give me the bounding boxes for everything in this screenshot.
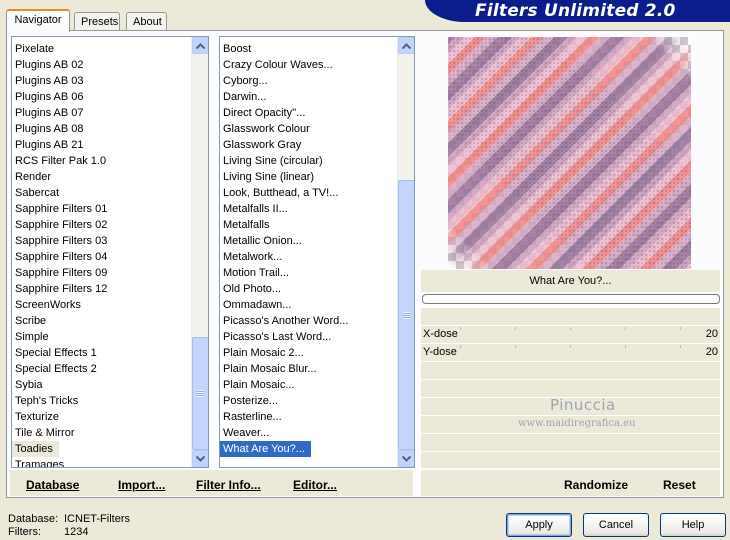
help-button[interactable]: Help	[660, 513, 726, 537]
list-item[interactable]: Special Effects 2	[12, 363, 97, 375]
list-item[interactable]: Crazy Colour Waves...	[220, 59, 333, 71]
list-item[interactable]: Metallic Onion...	[220, 235, 302, 247]
filter-info-button[interactable]: Filter Info...	[196, 478, 261, 492]
list-item[interactable]: Plugins AB 06	[12, 91, 84, 103]
category-scrollbar[interactable]	[191, 37, 208, 467]
tab-about[interactable]: About	[126, 12, 167, 32]
list-item[interactable]: Sybia	[12, 379, 43, 391]
database-label: Database:	[8, 513, 59, 525]
list-item[interactable]: Plain Mosaic 2...	[220, 347, 304, 359]
filter-list[interactable]: Boost Crazy Colour Waves... Cyborg... Darwi…	[219, 36, 415, 468]
filter-preview-image	[448, 37, 691, 269]
scroll-up-button[interactable]	[192, 37, 208, 54]
param-x-dose-value[interactable]: 20	[706, 328, 718, 340]
list-item[interactable]: Sapphire Filters 12	[12, 283, 107, 295]
list-item[interactable]: Sapphire Filters 09	[12, 267, 107, 279]
list-item[interactable]: Simple	[12, 331, 49, 343]
list-item[interactable]: Rasterline...	[220, 411, 282, 423]
watermark-url: www.maidiregrafica.eu	[518, 418, 636, 429]
list-item[interactable]: Toadies	[12, 441, 59, 457]
database-value: ICNET-Filters	[64, 513, 130, 525]
list-item[interactable]: Glasswork Gray	[220, 139, 301, 151]
list-item[interactable]: Plugins AB 21	[12, 139, 84, 151]
list-item[interactable]: Sapphire Filters 01	[12, 203, 107, 215]
list-item[interactable]: Darwin...	[220, 91, 266, 103]
cancel-button[interactable]: Cancel	[583, 513, 649, 537]
progress-bar	[422, 294, 720, 304]
watermark-name: Pinuccia	[550, 396, 616, 414]
param-y-dose-value[interactable]: 20	[706, 346, 718, 358]
filter-scrollbar[interactable]	[397, 37, 414, 467]
filters-count-label: Filters:	[8, 526, 41, 538]
filters-count-value: 1234	[64, 526, 89, 538]
list-item[interactable]: Old Photo...	[220, 283, 281, 295]
randomize-button[interactable]: Randomize	[564, 478, 628, 492]
list-item[interactable]: Pixelate	[12, 43, 54, 55]
list-item[interactable]: Sapphire Filters 03	[12, 235, 107, 247]
list-item[interactable]: Special Effects 1	[12, 347, 97, 359]
list-item[interactable]: Metalfalls II...	[220, 203, 288, 215]
list-item[interactable]: ScreenWorks	[12, 299, 81, 311]
filter-name-label: What Are You?...	[421, 270, 720, 292]
import-button[interactable]: Import...	[118, 478, 165, 492]
list-item[interactable]: Plugins AB 02	[12, 59, 84, 71]
list-item[interactable]: Boost	[220, 43, 251, 55]
list-item[interactable]: Plain Mosaic Blur...	[220, 363, 317, 375]
editor-button[interactable]: Editor...	[293, 478, 337, 492]
list-item[interactable]: Plain Mosaic...	[220, 379, 295, 391]
chevron-up-icon	[402, 42, 411, 49]
list-item[interactable]: Plugins AB 03	[12, 75, 84, 87]
param-x-dose-label: X-dose	[423, 328, 458, 340]
category-list[interactable]: Pixelate Plugins AB 02 Plugins AB 03 Plugin…	[11, 36, 209, 468]
list-item[interactable]: Motion Trail...	[220, 267, 289, 279]
tab-presets[interactable]: Presets	[74, 12, 120, 32]
list-item[interactable]: Metalfalls	[220, 219, 269, 231]
list-item[interactable]: Glasswork Colour	[220, 123, 310, 135]
list-item[interactable]: What Are You?...	[220, 441, 311, 457]
list-item[interactable]: Sapphire Filters 04	[12, 251, 107, 263]
list-item[interactable]: Plugins AB 07	[12, 107, 84, 119]
list-item[interactable]: Weaver...	[220, 427, 269, 439]
param-y-dose-label: Y-dose	[423, 346, 457, 358]
banner-title: Filters Unlimited 2.0	[475, 1, 676, 21]
list-item[interactable]: Scribe	[12, 315, 46, 327]
list-item[interactable]: Posterize...	[220, 395, 278, 407]
list-item[interactable]: Teph's Tricks	[12, 395, 78, 407]
list-item[interactable]: Tile & Mirror	[12, 427, 74, 439]
list-item[interactable]: Sapphire Filters 02	[12, 219, 107, 231]
database-button[interactable]: Database	[26, 478, 79, 492]
reset-button[interactable]: Reset	[663, 478, 696, 492]
list-item[interactable]: Cyborg...	[220, 75, 268, 87]
chevron-down-icon	[402, 455, 411, 462]
scroll-thumb[interactable]	[398, 180, 414, 450]
scroll-down-button[interactable]	[398, 450, 414, 467]
list-item[interactable]: Picasso's Last Word...	[220, 331, 331, 343]
list-item[interactable]: Ommadawn...	[220, 299, 291, 311]
list-item[interactable]: Tramages	[12, 459, 64, 467]
list-item[interactable]: Sabercat	[12, 187, 59, 199]
list-item[interactable]: Direct Opacity''...	[220, 107, 305, 119]
scroll-up-button[interactable]	[398, 37, 414, 54]
scroll-thumb[interactable]	[192, 337, 208, 450]
title-banner: Filters Unlimited 2.0	[425, 0, 730, 22]
list-item[interactable]: Texturize	[12, 411, 59, 423]
list-item[interactable]: Living Sine (circular)	[220, 155, 323, 167]
list-item[interactable]: Look, Butthead, a TV!...	[220, 187, 338, 199]
chevron-up-icon	[196, 42, 205, 49]
list-item[interactable]: Plugins AB 08	[12, 123, 84, 135]
list-item[interactable]: Metalwork...	[220, 251, 282, 263]
chevron-down-icon	[196, 455, 205, 462]
apply-button[interactable]: Apply	[506, 513, 572, 537]
list-item[interactable]: Render	[12, 171, 51, 183]
scroll-down-button[interactable]	[192, 450, 208, 467]
parameter-area	[421, 308, 720, 468]
tab-navigator[interactable]: Navigator	[6, 9, 70, 32]
list-item[interactable]: Picasso's Another Word...	[220, 315, 348, 327]
list-item[interactable]: Living Sine (linear)	[220, 171, 314, 183]
list-item[interactable]: RCS Filter Pak 1.0	[12, 155, 106, 167]
